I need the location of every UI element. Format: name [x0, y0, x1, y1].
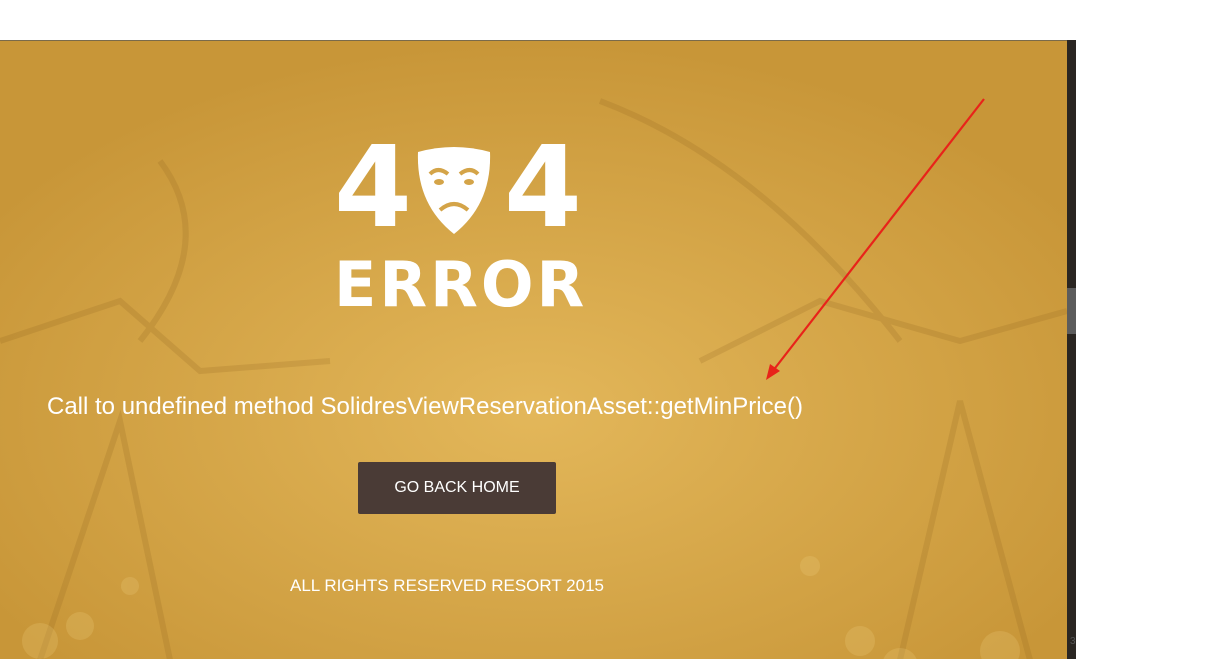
error-page: 4 4 ERROR Call to undefined method Solid… — [0, 40, 1067, 659]
logo-digit-left: 4 — [334, 123, 412, 253]
corner-number: 3 — [1070, 636, 1076, 647]
404-error-logo: 4 4 ERROR — [334, 123, 588, 321]
sad-theater-mask-icon — [417, 147, 491, 234]
error-message: Call to undefined method SolidresViewRes… — [47, 393, 803, 420]
logo-error-word: ERROR — [334, 248, 588, 321]
vertical-scrollbar[interactable] — [1067, 40, 1076, 659]
top-blank-area — [0, 0, 1225, 40]
footer-copyright: ALL RIGHTS RESERVED RESORT 2015 — [290, 576, 604, 595]
logo-digit-right: 4 — [504, 123, 582, 253]
scrollbar-thumb[interactable] — [1067, 288, 1076, 334]
go-back-home-button[interactable]: GO BACK HOME — [358, 462, 556, 514]
